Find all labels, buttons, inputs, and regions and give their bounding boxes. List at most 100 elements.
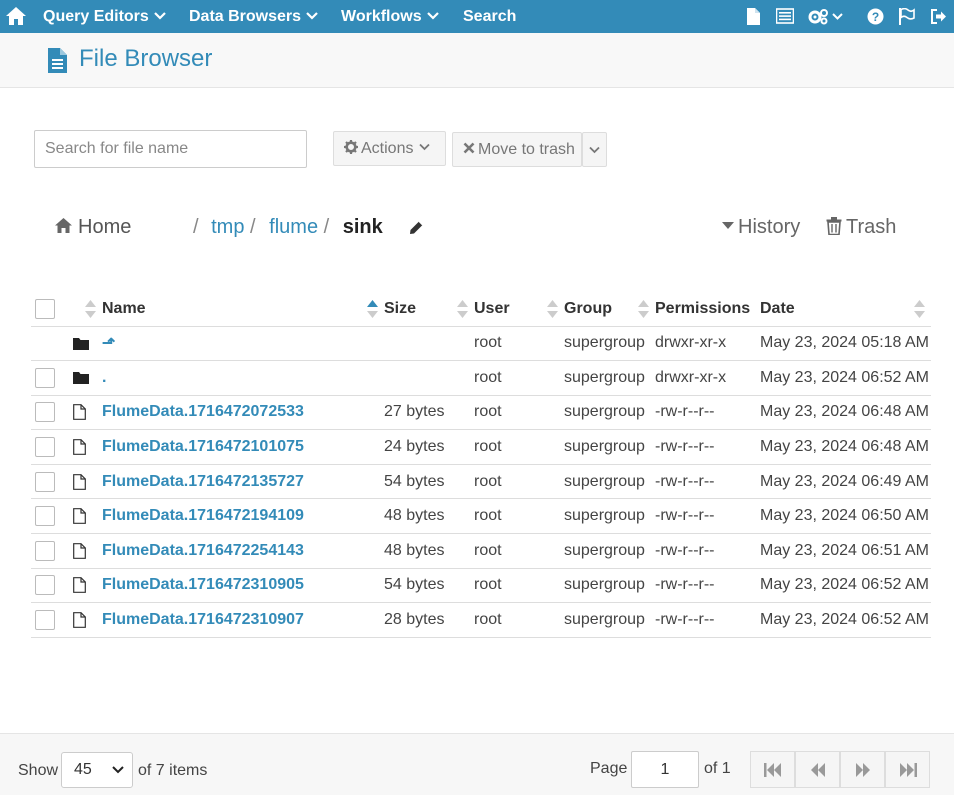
column-header-permissions[interactable]: Permissions [655,292,760,327]
table-row[interactable]: FlumeData.1716472310907 28 bytes root super… [31,602,931,638]
file-name-link[interactable]: ⬏ [102,335,115,352]
row-type-cell [69,533,102,569]
permissions-cell: -rw-r--r-- [655,602,760,638]
row-checkbox[interactable] [35,540,55,561]
help-icon[interactable]: ? [867,8,884,25]
menu-label: Query Editors [43,8,149,25]
group-cell: supergroup [564,429,655,465]
row-select-cell [31,498,69,535]
trash-dropdown-toggle[interactable] [582,132,607,167]
pencil-icon[interactable] [409,220,424,235]
column-header-group[interactable]: Group [564,292,655,327]
file-icon[interactable] [746,8,760,25]
breadcrumb-item-flume[interactable]: flume [269,216,318,238]
group-cell: supergroup [564,360,655,396]
chevron-down-icon [426,11,439,20]
column-header-size[interactable]: Size [384,292,474,327]
row-checkbox[interactable] [35,471,55,492]
table-row[interactable]: FlumeData.1716472310905 54 bytes root super… [31,568,931,604]
name-cell: FlumeData.1716472135727 [102,464,384,500]
row-checkbox[interactable] [35,506,55,527]
column-label: Date [760,299,795,317]
row-type-cell [69,464,102,500]
page-count-label: of 1 [704,760,731,777]
menu-search[interactable]: Search [463,0,516,33]
page-size-select[interactable]: 45 [61,752,133,788]
trash-link[interactable]: Trash [826,214,896,240]
first-page-button[interactable] [750,751,795,788]
cogs-icon[interactable] [808,8,844,25]
backward-icon [811,763,825,777]
close-icon [463,142,475,154]
size-cell [384,360,474,396]
sort-icon [457,300,468,318]
file-name-link[interactable]: FlumeData.1716472254143 [102,542,304,559]
file-icon [69,508,102,525]
table-row[interactable]: . root supergroup drwxr-xr-x May 23, 2024 06… [31,360,931,396]
name-cell: FlumeData.1716472310907 [102,602,384,638]
file-icon [69,577,102,594]
select-all-checkbox[interactable] [35,298,55,319]
history-link[interactable]: History [722,214,800,240]
column-header-name[interactable]: Name [102,292,384,327]
file-name-link[interactable]: FlumeData.1716472310907 [102,611,304,628]
file-name-link[interactable]: FlumeData.1716472194109 [102,507,304,524]
size-cell: 24 bytes [384,429,474,465]
column-header-user[interactable]: User [474,292,564,327]
file-table-body: ⬏ root supergroup drwxr-xr-x May 23, 2024 05… [31,326,931,638]
sort-icon [547,300,558,318]
table-row[interactable]: FlumeData.1716472135727 54 bytes root super… [31,464,931,500]
breadcrumb-item-tmp[interactable]: tmp [211,216,244,238]
file-name-link[interactable]: FlumeData.1716472101075 [102,438,304,455]
permissions-cell: -rw-r--r-- [655,533,760,569]
breadcrumb-separator: / [250,216,256,238]
row-type-cell [69,360,102,396]
flag-icon[interactable] [898,8,915,25]
row-checkbox[interactable] [35,402,55,423]
row-checkbox[interactable] [35,367,55,388]
table-row[interactable]: FlumeData.1716472254143 48 bytes root super… [31,533,931,569]
actions-button[interactable]: Actions [333,131,446,166]
next-page-button[interactable] [840,751,885,788]
svg-text:?: ? [872,10,879,24]
breadcrumb-current: sink [342,216,383,238]
menu-query-editors[interactable]: Query Editors [43,0,166,33]
previous-page-button[interactable] [795,751,840,788]
file-icon [69,439,102,455]
breadcrumb-separator: / [323,216,330,238]
forward-icon [856,763,870,777]
search-input[interactable] [34,130,307,168]
table-row[interactable]: FlumeData.1716472101075 24 bytes root super… [31,429,931,465]
row-checkbox[interactable] [35,610,55,631]
file-name-link[interactable]: FlumeData.1716472072533 [102,403,304,420]
menu-label: Data Browsers [189,8,302,25]
list-icon[interactable] [776,8,794,25]
date-cell: May 23, 2024 06:52 AM [760,568,931,604]
file-name-link[interactable]: FlumeData.1716472135727 [102,473,304,490]
move-to-trash-label: Move to trash [478,141,575,158]
user-cell: root [474,326,564,362]
table-row[interactable]: FlumeData.1716472194109 48 bytes root super… [31,498,931,535]
sort-icon [85,300,96,318]
breadcrumb-home[interactable]: Home [54,214,131,240]
file-name-link[interactable]: . [102,369,106,386]
date-cell: May 23, 2024 05:18 AM [760,326,931,362]
type-column-header[interactable] [69,292,102,327]
last-page-button[interactable] [885,751,930,788]
menu-workflows[interactable]: Workflows [341,0,439,33]
menu-data-browsers[interactable]: Data Browsers [189,0,318,33]
file-name-link[interactable]: FlumeData.1716472310905 [102,576,304,593]
row-checkbox[interactable] [35,437,55,458]
move-to-trash-button[interactable]: Move to trash [452,132,582,167]
row-select-cell [31,360,69,396]
row-checkbox[interactable] [35,575,55,596]
page-label: Page [590,760,628,777]
page-number-input[interactable] [631,751,699,788]
file-table: Name Size User Group Permissions Date ⬏ r… [31,292,931,638]
sign-out-icon[interactable] [930,8,947,25]
column-header-date[interactable]: Date [760,292,931,327]
permissions-cell: drwxr-xr-x [655,326,760,362]
home-icon[interactable] [5,6,27,26]
table-row[interactable]: ⬏ root supergroup drwxr-xr-x May 23, 2024 05… [31,326,931,362]
table-row[interactable]: FlumeData.1716472072533 27 bytes root super… [31,395,931,431]
